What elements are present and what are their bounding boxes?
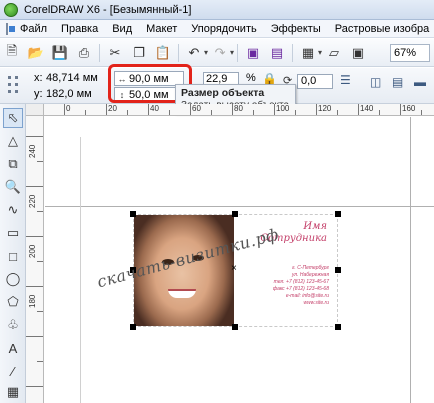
- zoom-tool-icon[interactable]: 🔍: [3, 177, 23, 197]
- undo-icon[interactable]: ↶: [184, 43, 204, 63]
- card-detail-line: тел. +7 (812) 123-45-67: [273, 279, 329, 285]
- ruler-label: 220: [28, 194, 37, 208]
- card-detail-line: факс +7 (812) 123-45-68: [272, 286, 329, 292]
- selection-handle-top-right[interactable]: [335, 211, 341, 217]
- tooltip-title: Размер объекта: [181, 87, 265, 99]
- ruler-label: 180: [28, 294, 37, 308]
- outline-width-icon[interactable]: ▬: [414, 75, 426, 89]
- parallel-dimension-tool-icon[interactable]: ∕: [3, 361, 23, 381]
- window-title: CorelDRAW X6 - [Безымянный-1]: [24, 3, 192, 16]
- smart-fill-tool-icon[interactable]: ▭: [3, 223, 23, 243]
- x-position-field[interactable]: 48,714 мм: [46, 72, 98, 84]
- ellipse-tool-icon[interactable]: ◯: [3, 269, 23, 289]
- rectangle-tool-icon[interactable]: □: [3, 246, 23, 266]
- selection-handle-top[interactable]: [232, 211, 238, 217]
- ruler-label: 0: [66, 104, 71, 113]
- freehand-tool-icon[interactable]: ∿: [3, 200, 23, 220]
- mirror-horizontal-icon[interactable]: ☰: [340, 73, 351, 87]
- ruler-label: 160: [402, 104, 416, 113]
- drawing-canvas[interactable]: Имя Сотрудника г. С-Петербург ул. Набере…: [45, 117, 434, 403]
- redo-dropdown-icon[interactable]: ▾: [230, 48, 234, 57]
- ruler-label: 40: [150, 104, 159, 113]
- selection-handle-bottom-right[interactable]: [335, 324, 341, 330]
- copy-icon[interactable]: ❐: [129, 43, 149, 63]
- page-border: [410, 117, 411, 403]
- ruler-label: 240: [28, 144, 37, 158]
- import-icon[interactable]: ▣: [243, 43, 263, 63]
- align-distribute-icon[interactable]: ◫: [370, 75, 381, 89]
- shape-tool-icon[interactable]: △: [3, 131, 23, 151]
- ruler-label: 80: [234, 104, 243, 113]
- card-detail-line: e-mail: info@site.ru: [285, 293, 329, 299]
- toolbar-separator: [292, 43, 294, 62]
- document-menu-icon[interactable]: [6, 22, 15, 35]
- save-icon[interactable]: 💾: [50, 43, 70, 63]
- standard-toolbar: 🗎 📂 💾 ⎙ ✂ ❐ 📋 ↶ ▾ ↷ ▾ ▣ ▤ ▦ ▾ ▱ ▣ 67%: [0, 39, 434, 67]
- print-icon[interactable]: ⎙: [74, 43, 94, 63]
- card-detail-line: www.site.ru: [303, 300, 329, 306]
- cut-icon[interactable]: ✂: [105, 43, 125, 63]
- crop-tool-icon[interactable]: ⧉: [3, 154, 23, 174]
- menu-view[interactable]: Вид: [105, 23, 139, 35]
- coreldraw-app-icon[interactable]: [4, 2, 18, 17]
- redo-icon[interactable]: ↷: [210, 43, 230, 63]
- rotation-angle-field[interactable]: 0,0: [297, 74, 333, 89]
- property-bar-grip-icon[interactable]: [6, 74, 20, 98]
- scale-unit-label: %: [246, 72, 256, 84]
- toolbar-separator: [237, 43, 239, 62]
- menu-bitmaps[interactable]: Растровые изобра: [328, 23, 434, 35]
- launcher-dropdown-icon[interactable]: ▾: [318, 48, 322, 57]
- zoom-level-input[interactable]: 67%: [390, 43, 430, 62]
- undo-dropdown-icon[interactable]: ▾: [204, 48, 208, 57]
- export-icon[interactable]: ▤: [267, 43, 287, 63]
- application-launcher-icon[interactable]: ▦: [298, 43, 318, 63]
- toolbar-separator: [178, 43, 179, 62]
- page-border: [80, 137, 81, 403]
- y-position-field[interactable]: 182,0 мм: [46, 88, 92, 100]
- menu-file[interactable]: Файл: [13, 23, 54, 35]
- text-tool-icon[interactable]: A: [3, 338, 23, 358]
- menu-arrange[interactable]: Упорядочить: [184, 23, 263, 35]
- ruler-label: 20: [108, 104, 117, 113]
- card-detail-line: г. С-Петербург: [291, 265, 329, 271]
- y-position-label: y:: [34, 88, 43, 100]
- pick-tool-icon[interactable]: ⬁: [3, 108, 23, 128]
- new-document-icon[interactable]: 🗎: [2, 43, 22, 63]
- ruler-label: 140: [360, 104, 374, 113]
- toolbox: ⬁ △ ⧉ 🔍 ∿ ▭ □ ◯ ⬠ ♧ A ∕ ▦: [0, 104, 26, 403]
- selection-handle-top-left[interactable]: [130, 211, 136, 217]
- menu-bar: Файл Правка Вид Макет Упорядочить Эффект…: [0, 20, 434, 38]
- text-wrap-icon[interactable]: ▤: [392, 75, 403, 89]
- selection-handle-bottom[interactable]: [232, 324, 238, 330]
- table-tool-icon[interactable]: ▦: [3, 382, 23, 402]
- vertical-ruler[interactable]: 240 220 200 180: [26, 116, 44, 403]
- corel-connect-icon[interactable]: ▱: [324, 43, 344, 63]
- menu-layout[interactable]: Макет: [139, 23, 184, 35]
- ruler-origin[interactable]: [26, 104, 44, 116]
- card-detail-line: ул. Набережная: [291, 272, 329, 278]
- title-bar: CorelDRAW X6 - [Безымянный-1]: [0, 0, 434, 20]
- ruler-label: 200: [28, 244, 37, 258]
- ruler-label: 120: [318, 104, 332, 113]
- x-position-label: x:: [34, 72, 43, 84]
- selection-handle-bottom-left[interactable]: [130, 324, 136, 330]
- ruler-label: 60: [192, 104, 201, 113]
- horizontal-ruler[interactable]: 0 20 40 60 80 100 120 140 160: [44, 104, 434, 116]
- toolbar-separator: [99, 43, 100, 62]
- open-folder-icon[interactable]: 📂: [26, 43, 46, 63]
- page-border: [45, 206, 434, 207]
- card-contact-details: г. С-Петербург ул. Набережная тел. +7 (8…: [273, 265, 329, 307]
- selection-handle-right[interactable]: [335, 267, 341, 273]
- polygon-tool-icon[interactable]: ⬠: [3, 292, 23, 312]
- menu-effects[interactable]: Эффекты: [264, 23, 328, 35]
- menu-edit[interactable]: Правка: [54, 23, 105, 35]
- selection-center-mark[interactable]: ×: [231, 263, 237, 274]
- basic-shapes-tool-icon[interactable]: ♧: [3, 315, 23, 335]
- welcome-screen-icon[interactable]: ▣: [348, 43, 368, 63]
- paste-icon[interactable]: 📋: [153, 43, 173, 63]
- ruler-label: 100: [276, 104, 290, 113]
